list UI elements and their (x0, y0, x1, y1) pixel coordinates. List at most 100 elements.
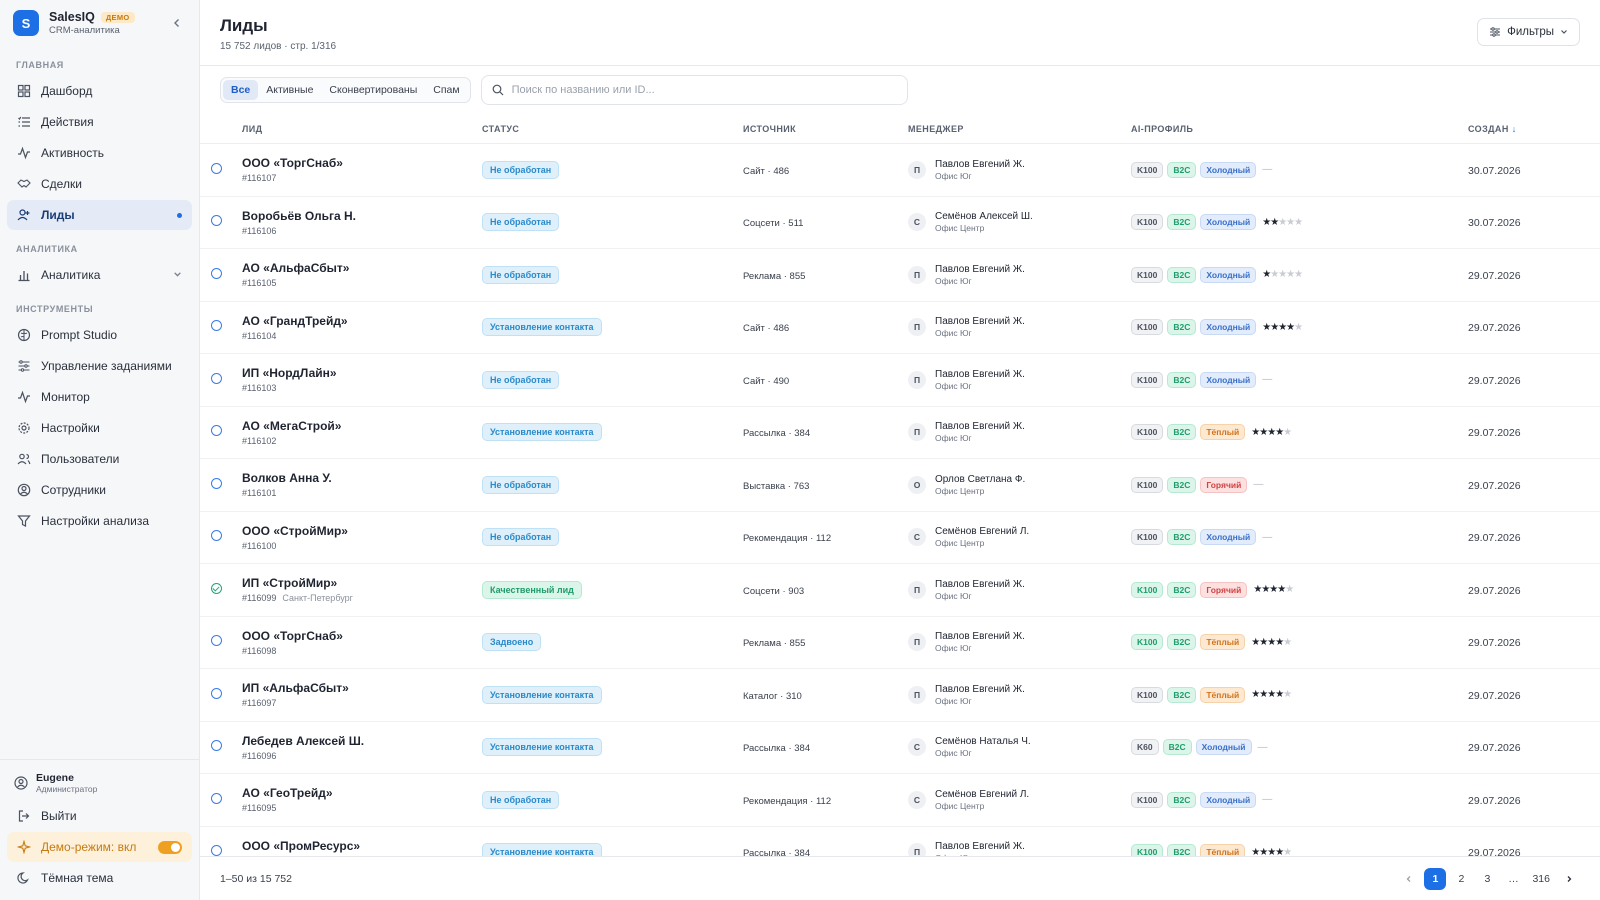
row-select-cell (200, 792, 242, 807)
collapse-sidebar-button[interactable] (168, 14, 186, 32)
logout-button[interactable]: Выйти (7, 801, 192, 831)
row-select-radio[interactable] (211, 582, 222, 594)
table-row[interactable]: Лебедев Алексей Ш. #116096 Установление ко… (200, 722, 1600, 774)
manager-name: Павлов Евгений Ж. (935, 158, 1025, 170)
sidebar-item[interactable]: Дашборд (7, 76, 192, 106)
row-select-radio[interactable] (211, 267, 222, 279)
table-row[interactable]: ИП «АльфаСбыт» #116097 Установление контак… (200, 669, 1600, 722)
lead-name[interactable]: ООО «ПромРесурс» (242, 839, 482, 853)
app-logo[interactable]: S (13, 10, 39, 36)
demo-mode-switch[interactable] (158, 840, 182, 854)
table-row[interactable]: АО «ГрандТрейд» #116104 Установление конта… (200, 302, 1600, 354)
sidebar-item[interactable]: Управление заданиями (7, 351, 192, 381)
sidebar-item[interactable]: Активность (7, 138, 192, 168)
row-select-radio[interactable] (211, 792, 222, 804)
temperature-chip: Холодный (1200, 161, 1257, 178)
sidebar-item[interactable]: Prompt Studio (7, 320, 192, 350)
lead-id: #116107 (242, 173, 277, 184)
page-button[interactable]: 3 (1476, 868, 1498, 890)
sidebar-item[interactable]: Сотрудники (7, 475, 192, 505)
table-row[interactable]: ООО «ТоргСнаб» #116098 Задвоено Реклама · 8… (200, 617, 1600, 669)
table-row[interactable]: ИП «НордЛайн» #116103 Не обработан Сайт · 4… (200, 354, 1600, 407)
sidebar-item[interactable]: Монитор (7, 382, 192, 412)
row-select-radio[interactable] (211, 162, 222, 174)
col-source[interactable]: ИСТОЧНИК (743, 124, 908, 134)
row-select-radio[interactable] (211, 215, 222, 227)
lead-name[interactable]: ИП «АльфаСбыт» (242, 681, 482, 695)
sidebar-item[interactable]: Сделки (7, 169, 192, 199)
col-ai-profile[interactable]: AI-ПРОФИЛЬ (1131, 124, 1468, 134)
created-cell: 29.07.2026 (1468, 793, 1598, 807)
theme-toggle[interactable]: Тёмная тема (7, 863, 192, 893)
user-name: Eugene (36, 772, 74, 784)
page-button[interactable]: 2 (1450, 868, 1472, 890)
lead-name[interactable]: АО «ГрандТрейд» (242, 314, 482, 328)
star-icon: ★ (1270, 321, 1279, 333)
table-row[interactable]: Волков Анна У. #116101 Не обработан Выставк… (200, 459, 1600, 512)
created-cell: 29.07.2026 (1468, 478, 1598, 492)
lead-name[interactable]: АО «МегаСтрой» (242, 419, 482, 433)
toolbar: Все Активные Сконвертированы Спам (200, 66, 1600, 114)
table-row[interactable]: АО «МегаСтрой» #116102 Установление контак… (200, 407, 1600, 459)
col-created[interactable]: СОЗДАН ↓ (1468, 124, 1598, 134)
row-select-radio[interactable] (211, 320, 222, 332)
table-row[interactable]: ООО «ТоргСнаб» #116107 Не обработан Сайт · … (200, 144, 1600, 197)
col-status[interactable]: СТАТУС (482, 124, 743, 134)
row-select-radio[interactable] (211, 740, 222, 752)
row-select-radio[interactable] (211, 425, 222, 437)
lead-name[interactable]: ИП «НордЛайн» (242, 366, 482, 380)
demo-mode-toggle[interactable]: Демо-режим: вкл (7, 832, 192, 862)
row-select-radio[interactable] (211, 635, 222, 647)
row-select-radio[interactable] (211, 477, 222, 489)
next-page-button[interactable] (1558, 868, 1580, 890)
ai-profile: K100 B2C Горячий — (1131, 476, 1468, 493)
row-select-radio[interactable] (211, 530, 222, 542)
row-select-cell (200, 267, 242, 282)
star-icon: ★ (1294, 216, 1303, 228)
tab-filter[interactable]: Спам (425, 80, 467, 100)
no-rating-dash: — (1253, 479, 1264, 491)
status-cell: Не обработан (482, 265, 743, 284)
sidebar-item[interactable]: Настройки анализа (7, 506, 192, 536)
lead-name[interactable]: АО «ГеоТрейд» (242, 786, 482, 800)
search-box[interactable] (480, 75, 908, 105)
page-button[interactable]: 316 (1528, 868, 1554, 890)
lead-name[interactable]: Воробьёв Ольга Н. (242, 209, 482, 223)
page-button[interactable]: 1 (1424, 867, 1447, 890)
row-select-radio[interactable] (211, 687, 222, 699)
tab-filter[interactable]: Сконвертированы (321, 80, 425, 100)
chevron-left-icon (1407, 875, 1411, 882)
lead-name[interactable]: Лебедев Алексей Ш. (242, 734, 482, 748)
table-row[interactable]: ИП «СтройМир» #116099 Санкт-Петербург Качес… (200, 564, 1600, 617)
user-block[interactable]: Eugene Администратор (0, 768, 199, 800)
filters-button[interactable]: Фильтры (1477, 18, 1580, 46)
col-manager[interactable]: МЕНЕДЖЕР (908, 124, 1131, 134)
lead-name[interactable]: ИП «СтройМир» (242, 576, 482, 590)
col-lead[interactable]: ЛИД (242, 124, 482, 134)
prev-page-button[interactable] (1398, 868, 1420, 890)
sidebar-item[interactable]: Аналитика (7, 260, 192, 290)
search-input[interactable] (511, 84, 897, 96)
row-select-radio[interactable] (211, 845, 222, 857)
sidebar-item[interactable]: Пользователи (7, 444, 192, 474)
lead-name[interactable]: ООО «ТоргСнаб» (242, 156, 482, 170)
filters-label: Фильтры (1507, 26, 1554, 38)
table-row[interactable]: АО «ГеоТрейд» #116095 Не обработан Рекоменд… (200, 774, 1600, 827)
table-row[interactable]: АО «АльфаСбыт» #116105 Не обработан Реклама… (200, 249, 1600, 302)
table-row[interactable]: ООО «СтройМир» #116100 Не обработан Рекомен… (200, 512, 1600, 564)
sidebar-item[interactable]: Лиды (7, 200, 192, 230)
lead-id: #116097 (242, 698, 277, 709)
lead-id-line: #116098 (242, 646, 482, 656)
sidebar-item[interactable]: Действия (7, 107, 192, 137)
lead-cell: Лебедев Алексей Ш. #116096 (242, 734, 482, 761)
lead-name[interactable]: АО «АльфаСбыт» (242, 261, 482, 275)
chevron-down-icon (1561, 30, 1567, 34)
lead-name[interactable]: ООО «ТоргСнаб» (242, 629, 482, 643)
lead-name[interactable]: Волков Анна У. (242, 471, 482, 485)
lead-name[interactable]: ООО «СтройМир» (242, 524, 482, 538)
sidebar-item[interactable]: Настройки (7, 413, 192, 443)
tab-filter[interactable]: Все (223, 80, 259, 100)
table-row[interactable]: Воробьёв Ольга Н. #116106 Не обработан Соцс… (200, 197, 1600, 249)
tab-filter[interactable]: Активные (258, 80, 321, 100)
row-select-radio[interactable] (211, 372, 222, 384)
